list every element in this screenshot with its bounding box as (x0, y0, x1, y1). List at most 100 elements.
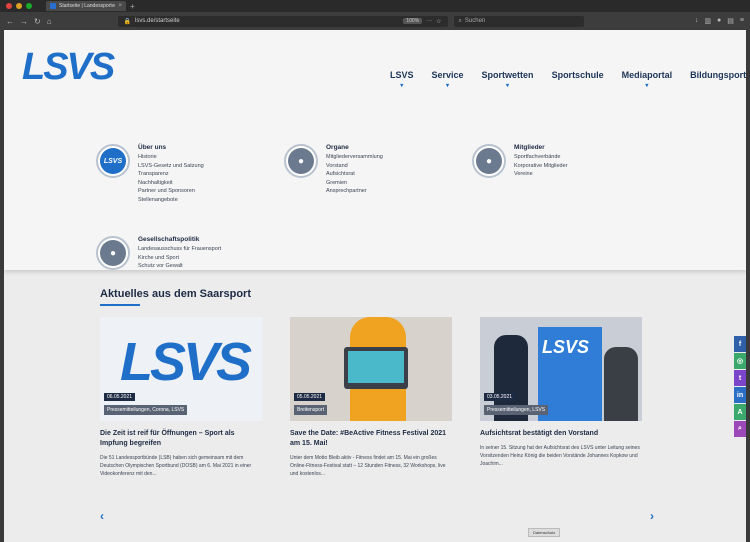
mega-link[interactable]: Mitgliederversammlung (326, 153, 383, 162)
lsvs-badge-icon: LSVS (96, 144, 130, 178)
carousel-next-icon[interactable]: › (650, 509, 654, 523)
mega-link[interactable]: Gremien (326, 179, 383, 188)
news-date: 06.05.2021 (104, 393, 136, 401)
mega-link[interactable]: Korporative Mitglieder (514, 162, 568, 171)
instagram-icon[interactable]: ◎ (734, 353, 746, 369)
menu-icon[interactable]: ≡ (740, 17, 744, 25)
mega-link[interactable]: Landesausschuss für Frauensport (138, 245, 221, 254)
favicon-icon (50, 3, 56, 9)
badge-label: ● (100, 240, 126, 266)
zoom-level[interactable]: 100% (403, 18, 423, 24)
news-image-lsvs-logo[interactable]: LSVS 06.05.2021 Pressemitteilungen, Coro… (100, 317, 262, 421)
lock-icon: 🔒 (123, 18, 132, 25)
news-date: 03.05.2021 (484, 393, 516, 401)
news-section: Aktuelles aus dem Saarsport LSVS 06.05.2… (4, 270, 746, 542)
nav-item-lsvs[interactable]: LSVS ▾ (390, 70, 414, 89)
nav-label: Mediaportal (621, 70, 673, 80)
news-card[interactable]: 05.05.2021 Breitensport Save the Date: #… (290, 317, 452, 478)
mega-link[interactable]: Vereine (514, 170, 568, 179)
linkedin-icon[interactable]: in (734, 387, 746, 403)
news-card[interactable]: LSVS 03.05.2021 Pressemitteilungen, LSVS… (480, 317, 642, 468)
carousel-prev-icon[interactable]: ‹ (100, 509, 104, 523)
close-tab-icon[interactable]: × (118, 3, 122, 9)
mega-link[interactable]: Kirche und Sport (138, 254, 221, 263)
maximize-window-icon[interactable] (26, 3, 32, 9)
laptop-screen (348, 351, 404, 383)
facebook-icon[interactable]: f (734, 336, 746, 352)
chevron-down-icon: ▾ (446, 83, 450, 89)
tab-title: Startseite | Landessportverband f... (59, 3, 115, 9)
mega-link[interactable]: Ansprechpartner (326, 187, 383, 196)
lsvs-logo-graphic: LSVS (120, 332, 252, 392)
mega-link[interactable]: LSVS-Gesetz und Satzung (138, 162, 204, 171)
section-underline (100, 304, 140, 306)
nav-item-bildungsportal[interactable]: Bildungsportal (690, 70, 746, 80)
news-excerpt: Unter dem Motto Bleib aktiv - Fitness fi… (290, 455, 446, 477)
mega-link[interactable]: Stellenangebote (138, 196, 204, 205)
laptop-shape (344, 347, 408, 389)
search-icon: ⌕ (458, 17, 462, 24)
mega-link[interactable]: Transparenz (138, 170, 204, 179)
accessibility-icon[interactable]: A (734, 404, 746, 420)
news-categories: Pressemitteilungen, LSVS (484, 405, 549, 415)
mega-link[interactable]: Nachhaltigkeit (138, 179, 204, 188)
nav-item-sportschule[interactable]: Sportschule (552, 70, 604, 80)
web-page: LSVS LSVS ▾ Service ▾ Sportwetten ▾ Sportsc… (4, 30, 746, 542)
lsvs-logo[interactable]: LSVS (22, 46, 115, 89)
mega-link[interactable]: Sportfachverbände (514, 153, 568, 162)
url-text[interactable]: lsvs.de/startseite (135, 18, 399, 24)
mega-link[interactable]: Vorstand (326, 162, 383, 171)
site-header: LSVS LSVS ▾ Service ▾ Sportwetten ▾ Sportsc… (4, 30, 746, 270)
badge-label: ● (288, 148, 314, 174)
extension-icon[interactable]: ● (717, 17, 721, 25)
news-image-fitness[interactable]: 05.05.2021 Breitensport (290, 317, 452, 421)
badge-label: ● (476, 148, 502, 174)
close-window-icon[interactable] (6, 3, 12, 9)
home-icon[interactable]: ⌂ (47, 17, 52, 26)
download-icon[interactable]: ↓ (695, 17, 699, 25)
nav-label: Bildungsportal (690, 70, 746, 80)
reload-icon[interactable]: ↻ (34, 17, 41, 26)
nav-item-service[interactable]: Service ▾ (431, 70, 464, 89)
society-icon: ● (96, 236, 130, 270)
cookie-button[interactable]: Datenschutz (528, 528, 561, 537)
twitter-icon[interactable]: t (734, 370, 746, 386)
new-tab-button[interactable]: + (130, 2, 135, 11)
main-nav: LSVS ▾ Service ▾ Sportwetten ▾ Sportschule … (390, 70, 746, 89)
toolbar-icons: ↓ ▥ ● ▤ ≡ (695, 17, 744, 25)
chevron-down-icon: ▾ (506, 83, 510, 89)
browser-search-bar[interactable]: ⌕ Suchen (453, 15, 584, 27)
forward-icon[interactable]: → (20, 17, 28, 26)
page-actions-icon[interactable]: ··· (426, 18, 432, 24)
nav-item-mediaportal[interactable]: Mediaportal ▾ (621, 70, 673, 89)
library-icon[interactable]: ▥ (704, 17, 711, 25)
sidebar-icon[interactable]: ▤ (727, 17, 734, 25)
nav-label: Service (431, 70, 464, 80)
mega-link[interactable]: Partner und Sponsoren (138, 187, 204, 196)
news-card[interactable]: LSVS 06.05.2021 Pressemitteilungen, Coro… (100, 317, 262, 478)
mega-link[interactable]: Historie (138, 153, 204, 162)
mega-heading[interactable]: Gesellschaftspolitik (138, 236, 221, 243)
section-title: Aktuelles aus dem Saarsport (100, 288, 252, 300)
news-title[interactable]: Save the Date: #BeActive Fitness Festiva… (290, 429, 452, 449)
nav-item-sportwetten[interactable]: Sportwetten ▾ (481, 70, 534, 89)
browser-toolbar: ← → ↻ ⌂ 🔒 lsvs.de/startseite 100% ··· ☆ … (0, 12, 750, 30)
news-title[interactable]: Die Zeit ist reif für Öffnungen – Sport … (100, 429, 262, 449)
news-image-vorstand[interactable]: LSVS 03.05.2021 Pressemitteilungen, LSVS (480, 317, 642, 421)
browser-tab[interactable]: Startseite | Landessportverband f... × (46, 1, 126, 11)
minimize-window-icon[interactable] (16, 3, 22, 9)
address-bar[interactable]: 🔒 lsvs.de/startseite 100% ··· ☆ (117, 15, 448, 27)
bookmark-star-icon[interactable]: ☆ (436, 18, 441, 25)
mega-heading[interactable]: Über uns (138, 144, 204, 151)
news-title[interactable]: Aufsichtsrat bestätigt den Vorstand (480, 429, 642, 439)
members-network-icon: ● (472, 144, 506, 178)
mega-link[interactable]: Aufsichtsrat (326, 170, 383, 179)
banner-logo: LSVS (542, 337, 590, 357)
search-icon[interactable]: ⌕ (734, 421, 746, 437)
browser-window: Startseite | Landessportverband f... × +… (0, 0, 750, 542)
nav-label: Sportwetten (481, 70, 534, 80)
mega-heading[interactable]: Mitglieder (514, 144, 568, 151)
back-icon[interactable]: ← (6, 17, 14, 26)
news-excerpt: Die 51 Landessportbünde (LSB) haben sich… (100, 455, 252, 477)
mega-heading[interactable]: Organe (326, 144, 383, 151)
